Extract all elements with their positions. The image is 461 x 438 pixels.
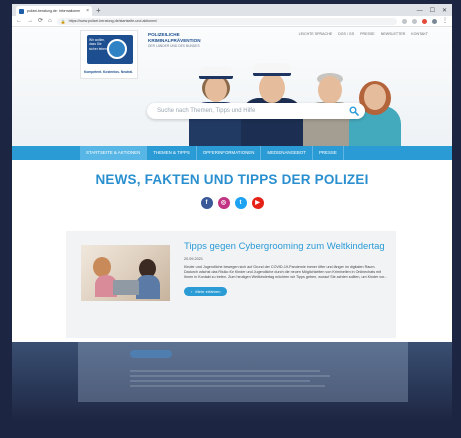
address-bar[interactable]: 🔒 https://www.polizei-beratung.de/starts… (56, 17, 397, 25)
url-text: https://www.polizei-beratung.de/startsei… (68, 19, 158, 23)
close-window-icon[interactable]: ✕ (442, 6, 447, 16)
main-content: NEWS, FAKTEN UND TIPPS DER POLIZEI f ◎ t… (12, 160, 452, 209)
page-title: NEWS, FAKTEN UND TIPPS DER POLIZEI (95, 172, 369, 187)
close-tab-icon[interactable]: × (86, 8, 89, 14)
minimize-icon[interactable]: — (417, 6, 423, 16)
home-icon[interactable]: ⌂ (48, 18, 52, 24)
tab-title: polizei-beratung.de: Informationen (27, 9, 81, 13)
site-logo[interactable]: Wir wollen, dass Sie sicher leben. Kompe… (80, 30, 138, 79)
news-card-image[interactable] (81, 245, 170, 301)
utility-link-easy-language[interactable]: LEICHTE SPRACHE (299, 32, 333, 36)
utility-link-contact[interactable]: KONTAKT (411, 32, 428, 36)
logo-emblem-icon (107, 39, 127, 59)
forward-icon[interactable]: → (27, 18, 33, 24)
window-controls: — ☐ ✕ (417, 6, 452, 16)
nav-item-startseite[interactable]: STARTSEITE & AKTIONEN (80, 146, 148, 160)
twitter-icon[interactable]: t (234, 197, 247, 209)
utility-nav: LEICHTE SPRACHE DGS / GS PRESSE NEWSLETT… (299, 32, 428, 36)
chevron-right-icon: › (191, 289, 193, 294)
youtube-icon[interactable]: ▶ (251, 197, 264, 209)
utility-link-newsletter[interactable]: NEWSLETTER (381, 32, 406, 36)
social-links: f ◎ t ▶ (12, 197, 452, 209)
read-more-button[interactable]: › Mehr erfahren (184, 287, 228, 296)
facebook-icon[interactable]: f (200, 197, 213, 209)
logo-tagline: Kompetent. Kostenlos. Neutral. (84, 70, 134, 74)
reload-icon[interactable]: ⟳ (38, 18, 43, 24)
read-more-label: Mehr erfahren (195, 289, 221, 294)
search-icon[interactable] (349, 106, 359, 116)
extension-icon[interactable] (422, 18, 427, 24)
extension-icon[interactable] (402, 18, 407, 24)
logo-mark: Wir wollen, dass Sie sicher leben. (87, 35, 133, 64)
nav-item-medienangebot[interactable]: MEDIENANGEBOT (261, 146, 313, 160)
main-navigation: STARTSEITE & AKTIONEN THEMEN & TIPPS OPF… (12, 146, 452, 160)
org-line-2: KRIMINALPRÄVENTION (148, 37, 201, 43)
new-tab-button[interactable]: + (96, 6, 101, 16)
back-icon[interactable]: ← (16, 18, 22, 24)
utility-link-press[interactable]: PRESSE (360, 32, 375, 36)
browser-menu-icon[interactable]: ⋮ (442, 18, 448, 24)
lock-icon: 🔒 (60, 18, 66, 24)
favicon-icon (19, 8, 24, 14)
news-card: Tipps gegen Cybergrooming zum Weltkinder… (66, 231, 396, 338)
browser-toolbar: ← → ⟳ ⌂ 🔒 https://www.polizei-beratung.d… (12, 16, 452, 27)
nav-item-presse[interactable]: PRESSE (313, 146, 344, 160)
search-input[interactable]: Suche nach Themen, Tipps und Hilfe (157, 108, 349, 114)
extension-icon[interactable] (412, 18, 417, 24)
news-card-title[interactable]: Tipps gegen Cybergrooming zum Weltkinder… (184, 241, 390, 253)
search-bar[interactable]: Suche nach Themen, Tipps und Hilfe (147, 103, 365, 119)
profile-avatar[interactable] (432, 18, 437, 24)
news-card-text: Tipps gegen Cybergrooming zum Weltkinder… (184, 241, 390, 298)
site-header: Wir wollen, dass Sie sicher leben. Kompe… (12, 27, 452, 146)
organization-name: POLIZEILICHE KRIMINALPRÄVENTION DER LÄND… (148, 32, 201, 48)
tab-bar: polizei-beratung.de: Informationen × + —… (12, 4, 452, 16)
nav-item-opferinformationen[interactable]: OPFERINFORMATIONEN (197, 146, 262, 160)
browser-tab[interactable]: polizei-beratung.de: Informationen × (16, 6, 92, 16)
screen-reflection (12, 342, 452, 438)
instagram-icon[interactable]: ◎ (217, 197, 230, 209)
news-card-body: Kinder und Jugendliche bewegen sich auf … (184, 265, 388, 279)
org-subtitle: DER LÄNDER UND DES BUNDES (148, 44, 200, 49)
nav-item-themen[interactable]: THEMEN & TIPPS (147, 146, 197, 160)
utility-link-sign-language[interactable]: DGS / GS (338, 32, 354, 36)
news-card-date: 20.09.2021 (184, 257, 204, 261)
maximize-icon[interactable]: ☐ (430, 6, 435, 16)
